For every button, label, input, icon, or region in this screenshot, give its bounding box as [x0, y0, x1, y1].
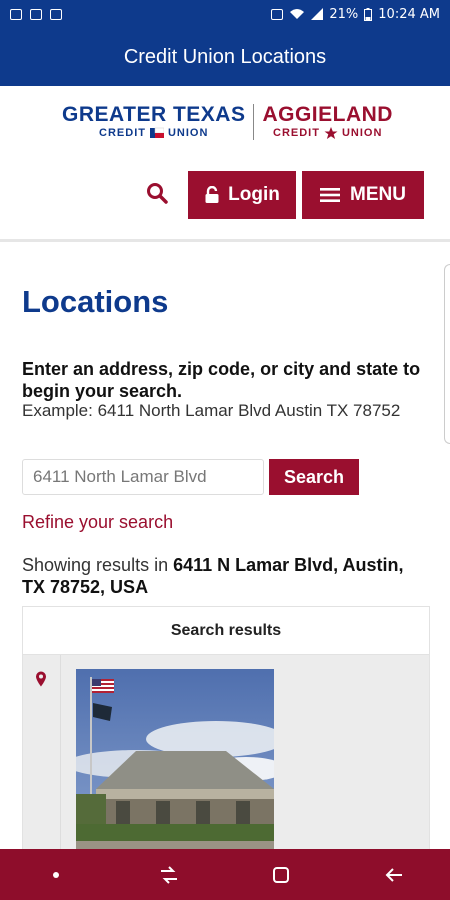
star-icon: [324, 127, 338, 139]
recents-icon: [160, 865, 177, 884]
logo-divider: [253, 104, 255, 140]
logo-sub-credit: CREDIT: [99, 127, 146, 139]
status-bar: 21% 10:24 AM: [0, 0, 450, 28]
search-example: Example: 6411 North Lamar Blvd Austin TX…: [22, 401, 401, 420]
map-pin-icon: [36, 671, 46, 687]
menu-label: MENU: [350, 184, 406, 205]
greater-texas-logo[interactable]: GREATER TEXAS CREDIT UNION: [62, 104, 245, 140]
status-right: 21% 10:24 AM: [271, 7, 440, 22]
app-title: Credit Union Locations: [123, 45, 327, 68]
search-instruction: Enter an address, zip code, or city and …: [22, 359, 421, 401]
back-icon: [385, 867, 402, 882]
login-button[interactable]: Login: [188, 171, 296, 219]
overview-button[interactable]: [266, 860, 296, 890]
aggieland-logo-sub: CREDIT UNION: [262, 126, 393, 140]
document-notification-icon: [30, 8, 42, 20]
menu-button[interactable]: MENU: [302, 171, 424, 219]
logos[interactable]: GREATER TEXAS CREDIT UNION AGGIELAND CRE…: [62, 104, 393, 140]
overview-icon: [273, 866, 290, 883]
login-label: Login: [228, 184, 280, 205]
logo-sub-credit: CREDIT: [273, 127, 320, 139]
flag-notification-icon: [50, 8, 62, 20]
image-notification-icon: [10, 8, 22, 20]
texas-flag-icon: [149, 127, 164, 138]
page-title: Locations: [22, 284, 169, 319]
aggieland-logo[interactable]: AGGIELAND CREDIT UNION: [262, 104, 393, 140]
signal-icon: [311, 8, 324, 20]
search-icon[interactable]: [146, 182, 168, 204]
home-dot-icon: [53, 871, 60, 878]
location-search-input[interactable]: [22, 459, 264, 495]
refine-search-link[interactable]: Refine your search: [22, 512, 173, 533]
result-item[interactable]: [23, 655, 429, 849]
recents-button[interactable]: [154, 860, 184, 890]
showing-results-text: Showing results in 6411 N Lamar Blvd, Au…: [22, 554, 422, 598]
clock: 10:24 AM: [378, 6, 440, 22]
greater-texas-logo-text: GREATER TEXAS: [62, 103, 246, 126]
notification-icons: [10, 8, 62, 20]
home-dot-button[interactable]: [41, 860, 71, 890]
showing-prefix: Showing results in: [22, 555, 169, 575]
pin-column: [23, 655, 61, 849]
logo-sub-union: UNION: [341, 127, 383, 139]
nfc-icon: [271, 8, 284, 20]
greater-texas-logo-sub: CREDIT UNION: [62, 126, 245, 140]
system-nav-bar: [0, 849, 450, 900]
battery-icon: [364, 7, 373, 21]
lock-icon: [205, 186, 219, 203]
logo-sub-union: UNION: [167, 127, 209, 139]
web-page[interactable]: GREATER TEXAS CREDIT UNION AGGIELAND CRE…: [0, 86, 450, 849]
aggieland-logo-text: AGGIELAND: [262, 103, 393, 126]
back-button[interactable]: [379, 860, 409, 890]
app-bar: Credit Union Locations: [0, 28, 450, 86]
branch-photo[interactable]: [76, 669, 274, 849]
search-button[interactable]: Search: [269, 459, 359, 495]
battery-percent: 21%: [329, 6, 359, 22]
site-header: GREATER TEXAS CREDIT UNION AGGIELAND CRE…: [0, 86, 450, 242]
wifi-icon: [290, 9, 305, 19]
side-scroll-tab[interactable]: [444, 264, 450, 444]
search-results-header: Search results: [23, 607, 429, 655]
search-results-panel: Search results: [22, 606, 430, 849]
hamburger-icon: [320, 188, 341, 202]
